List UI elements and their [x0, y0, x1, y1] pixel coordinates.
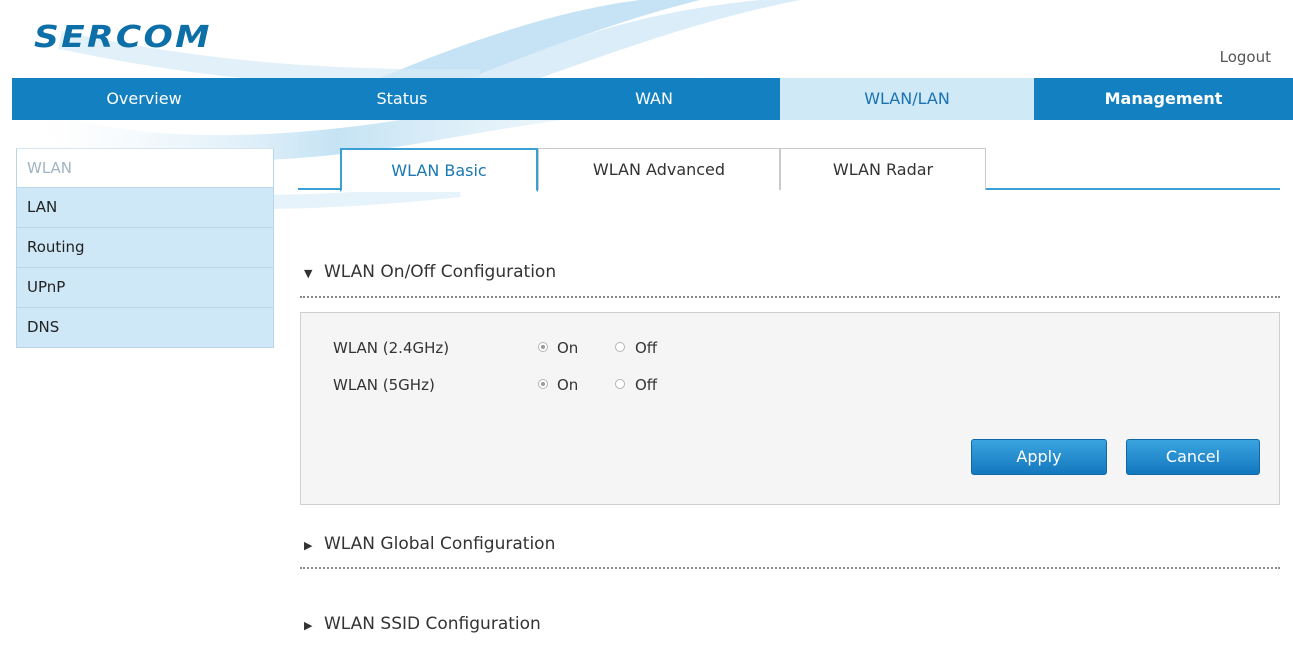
logout-link[interactable]: Logout — [1220, 48, 1271, 66]
cancel-button[interactable]: Cancel — [1126, 439, 1260, 475]
section-ssid-header[interactable]: ▶ WLAN SSID Configuration — [304, 614, 541, 634]
apply-button[interactable]: Apply — [971, 439, 1107, 475]
onoff-panel: WLAN (2.4GHz) On Off WLAN (5GHz) On Off … — [300, 312, 1280, 505]
nav-overview[interactable]: Overview — [12, 78, 276, 120]
wlan-5ghz-on-radio[interactable] — [538, 379, 548, 389]
tab-wlan-advanced[interactable]: WLAN Advanced — [538, 148, 780, 190]
triangle-right-icon: ▶ — [304, 539, 313, 552]
wlan-5ghz-label: WLAN (5GHz) — [333, 376, 435, 394]
wlan-subtabs: WLAN Basic WLAN Advanced WLAN Radar — [298, 148, 1280, 192]
section-divider — [300, 567, 1280, 569]
section-global-header[interactable]: ▶ WLAN Global Configuration — [304, 534, 555, 554]
section-divider — [300, 296, 1280, 298]
brand-logo: SERCOM — [34, 20, 212, 55]
section-onoff-title: WLAN On/Off Configuration — [324, 262, 557, 282]
top-navigation: Overview Status WAN WLAN/LAN Management — [12, 78, 1293, 120]
tab-wlan-radar[interactable]: WLAN Radar — [780, 148, 986, 190]
wlan-24ghz-off-label: Off — [635, 339, 658, 357]
sidebar: WLAN LAN Routing UPnP DNS — [16, 148, 274, 348]
sidebar-item-dns[interactable]: DNS — [16, 308, 274, 348]
section-global-title: WLAN Global Configuration — [324, 534, 556, 554]
nav-wlan-lan[interactable]: WLAN/LAN — [780, 78, 1034, 120]
wlan-5ghz-off-label: Off — [635, 376, 658, 394]
sidebar-item-wlan[interactable]: WLAN — [16, 148, 274, 188]
nav-management[interactable]: Management — [1034, 78, 1293, 120]
tab-wlan-basic[interactable]: WLAN Basic — [340, 148, 538, 192]
nav-wan[interactable]: WAN — [528, 78, 780, 120]
wlan-24ghz-row: WLAN (2.4GHz) On Off — [333, 339, 733, 359]
sidebar-item-lan[interactable]: LAN — [16, 188, 274, 228]
section-onoff-header[interactable]: ▼ WLAN On/Off Configuration — [304, 262, 556, 282]
wlan-24ghz-on-label: On — [557, 339, 579, 357]
sidebar-item-upnp[interactable]: UPnP — [16, 268, 274, 308]
wlan-5ghz-off-radio[interactable] — [615, 379, 625, 389]
section-ssid-title: WLAN SSID Configuration — [324, 614, 541, 634]
wlan-24ghz-on-radio[interactable] — [538, 342, 548, 352]
wlan-5ghz-on-label: On — [557, 376, 579, 394]
nav-status[interactable]: Status — [276, 78, 528, 120]
wlan-24ghz-label: WLAN (2.4GHz) — [333, 339, 450, 357]
wlan-24ghz-off-radio[interactable] — [615, 342, 625, 352]
triangle-down-icon: ▼ — [304, 267, 313, 280]
triangle-right-icon: ▶ — [304, 619, 313, 632]
sidebar-item-routing[interactable]: Routing — [16, 228, 274, 268]
wlan-5ghz-row: WLAN (5GHz) On Off — [333, 376, 733, 396]
